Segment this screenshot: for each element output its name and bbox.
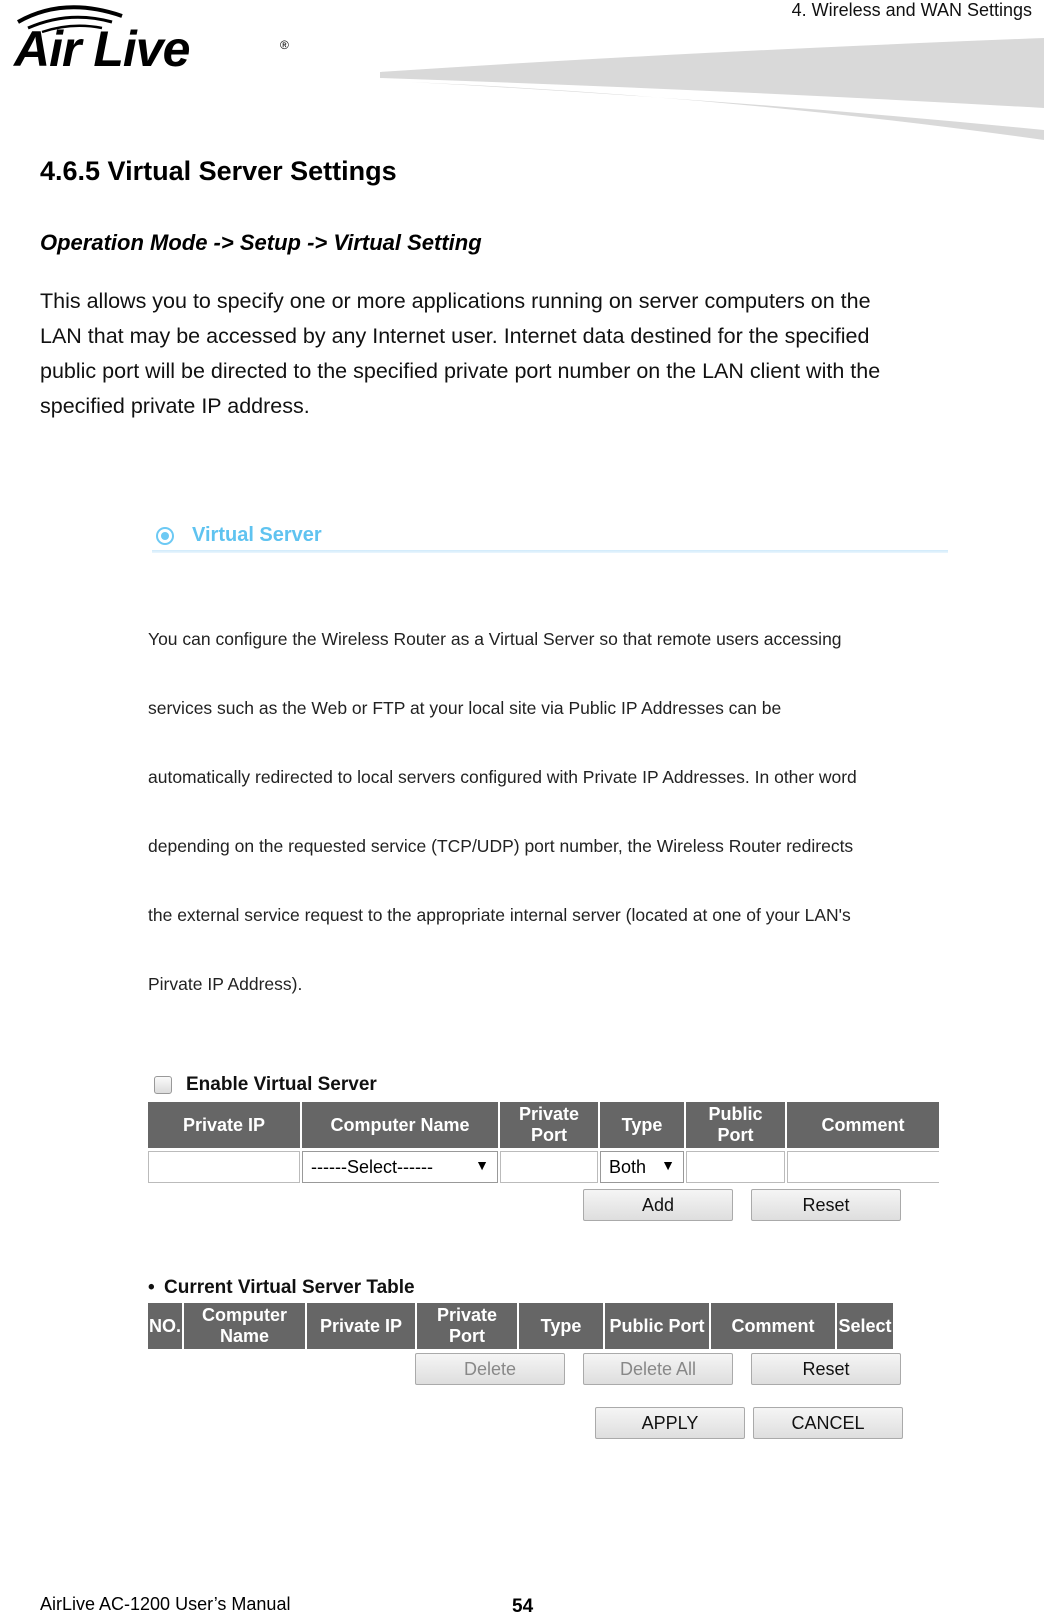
panel-divider — [152, 550, 948, 553]
intro-line: This allows you to specify one or more a… — [40, 289, 871, 313]
registered-mark: ® — [280, 38, 289, 52]
comment-input[interactable] — [787, 1151, 939, 1183]
column-header: Public Port — [686, 1102, 785, 1148]
computer-name-select-value: ------Select------ — [311, 1157, 433, 1177]
entry-table-row: ------Select------ ▼ Both ▼ — [148, 1148, 939, 1183]
column-header: Private Port — [500, 1102, 598, 1148]
public-port-input[interactable] — [686, 1151, 785, 1183]
description-line: automatically redirected to local server… — [148, 767, 857, 787]
entry-table: Private IP Computer Name Private Port Ty… — [146, 1102, 941, 1183]
computer-name-select[interactable]: ------Select------ ▼ — [302, 1151, 498, 1183]
enable-virtual-server-checkbox[interactable] — [154, 1076, 172, 1094]
entry-table-header: Private IP Computer Name Private Port Ty… — [148, 1102, 939, 1148]
intro-line: specified private IP address. — [40, 394, 310, 418]
type-select-value: Both — [609, 1157, 647, 1177]
breadcrumb: Operation Mode -> Setup -> Virtual Setti… — [40, 230, 482, 255]
enable-virtual-server-label: Enable Virtual Server — [186, 1074, 377, 1095]
table-button-row: Delete Delete All Reset — [148, 1353, 948, 1393]
description-line: Pirvate IP Address). — [148, 974, 303, 994]
panel-title: Virtual Server — [192, 524, 322, 546]
delete-all-button[interactable]: Delete All — [583, 1353, 733, 1385]
cancel-button[interactable]: CANCEL — [753, 1407, 903, 1439]
airlive-logo: Air Live ® — [14, 2, 294, 82]
logo-text: Air Live — [14, 21, 190, 77]
intro-line: public port will be directed to the spec… — [40, 359, 881, 383]
column-header: Private IP — [148, 1102, 300, 1148]
entry-reset-button[interactable]: Reset — [751, 1189, 901, 1221]
description-line: services such as the Web or FTP at your … — [148, 698, 782, 718]
column-header: Computer Name — [184, 1303, 305, 1349]
table-reset-button[interactable]: Reset — [751, 1353, 901, 1385]
dropdown-arrow-icon: ▼ — [475, 1157, 489, 1173]
virtual-server-screenshot: Virtual Server You can configure the Wir… — [148, 520, 948, 1447]
delete-button[interactable]: Delete — [415, 1353, 565, 1385]
description-line: You can configure the Wireless Router as… — [148, 629, 842, 649]
section-title: 4.6.5 Virtual Server Settings — [40, 156, 397, 186]
private-ip-input[interactable] — [148, 1151, 300, 1183]
panel-description: You can configure the Wireless Router as… — [148, 582, 948, 1042]
description-line: the external service request to the appr… — [148, 905, 851, 925]
current-table-title-text: Current Virtual Server Table — [164, 1277, 415, 1298]
column-header: Comment — [711, 1303, 835, 1349]
apply-button[interactable]: APPLY — [595, 1407, 745, 1439]
column-header: Select — [837, 1303, 893, 1349]
column-header: Private IP — [307, 1303, 415, 1349]
column-header: Public Port — [605, 1303, 709, 1349]
manual-title-footer: AirLive AC-1200 User’s Manual — [40, 1594, 291, 1614]
private-port-input[interactable] — [500, 1151, 598, 1183]
column-header: Private Port — [417, 1303, 517, 1349]
chapter-title: 4. Wireless and WAN Settings — [791, 0, 1032, 20]
column-header: Comment — [787, 1102, 939, 1148]
column-header: Type — [519, 1303, 603, 1349]
type-select[interactable]: Both ▼ — [600, 1151, 684, 1183]
intro-paragraph: This allows you to specify one or more a… — [40, 284, 1020, 424]
description-line: depending on the requested service (TCP/… — [148, 836, 854, 856]
current-virtual-server-table: NO. Computer Name Private IP Private Por… — [146, 1303, 895, 1349]
intro-line: LAN that may be accessed by any Internet… — [40, 324, 870, 348]
entry-button-row: Add Reset — [148, 1189, 948, 1229]
panel-header: Virtual Server — [148, 520, 948, 556]
dropdown-arrow-icon: ▼ — [661, 1157, 675, 1173]
bullet-icon: • — [148, 1277, 155, 1298]
add-button[interactable]: Add — [583, 1189, 733, 1221]
enable-virtual-server-row[interactable]: Enable Virtual Server — [148, 1074, 948, 1098]
column-header: Type — [600, 1102, 684, 1148]
column-header: NO. — [148, 1303, 182, 1349]
apply-cancel-row: APPLY CANCEL — [148, 1407, 948, 1447]
current-table-header: NO. Computer Name Private IP Private Por… — [148, 1303, 893, 1349]
current-table-title: • Current Virtual Server Table — [148, 1277, 948, 1301]
page-number: 54 — [512, 1596, 534, 1617]
column-header: Computer Name — [302, 1102, 498, 1148]
header-swoosh-decoration — [380, 38, 1044, 140]
target-icon — [156, 527, 174, 545]
